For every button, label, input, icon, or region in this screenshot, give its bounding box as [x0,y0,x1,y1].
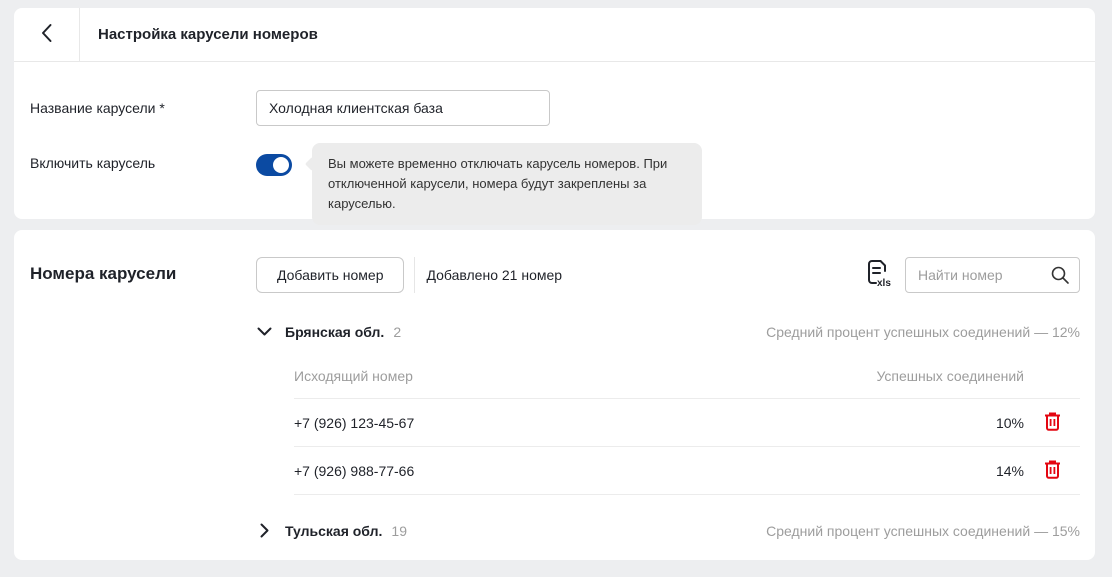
carousel-name-input[interactable] [256,90,550,126]
delete-number-button[interactable] [1042,410,1063,436]
carousel-name-label: Название карусели * [30,100,256,116]
group-count: 19 [391,523,407,539]
group-name: Тульская обл. [285,523,382,539]
enable-carousel-row: Включить карусель Вы можете временно отк… [30,143,1079,225]
added-count-text: Добавлено 21 номер [426,267,562,283]
numbers-table: Исходящий номер Успешных соединений +7 (… [294,354,1080,495]
svg-text:xls: xls [877,278,891,289]
column-header-success: Успешных соединений [876,368,1024,384]
toggle-hint-text: Вы можете временно отключать карусель но… [328,156,667,211]
search-field [905,257,1080,293]
page-title: Настройка карусели номеров [98,8,318,61]
column-header-number: Исходящий номер [294,368,876,384]
numbers-section-title: Номера карусели [30,257,256,553]
trash-icon [1044,460,1061,482]
table-row: +7 (926) 988-77-66 14% [294,447,1080,495]
enable-carousel-toggle[interactable] [256,154,292,176]
success-percent: 10% [996,415,1024,431]
chevron-right-icon[interactable] [256,523,273,538]
hint-arrow [305,157,319,171]
search-icon[interactable] [1050,265,1070,290]
page-header: Настройка карусели номеров [14,8,1095,62]
trash-icon [1044,412,1061,434]
settings-card: Настройка карусели номеров Название кару… [14,8,1095,219]
group-header-bryansk[interactable]: Брянская обл. 2 Средний процент успешных… [256,309,1080,354]
toggle-knob [273,157,289,173]
chevron-down-icon[interactable] [256,327,273,336]
outgoing-number: +7 (926) 988-77-66 [294,463,996,479]
delete-number-button[interactable] [1042,458,1063,484]
table-row: +7 (926) 123-45-67 10% [294,399,1080,447]
outgoing-number: +7 (926) 123-45-67 [294,415,996,431]
carousel-form: Название карусели * Включить карусель Вы… [14,62,1095,225]
back-button[interactable] [14,8,80,61]
numbers-toolbar: Добавить номер Добавлено 21 номер xls [256,257,1080,293]
xls-export-icon: xls [866,259,892,292]
group-name: Брянская обл. [285,324,384,340]
group-avg-success: Средний процент успешных соединений — 12… [766,324,1080,340]
chevron-left-icon [40,23,53,46]
table-header-row: Исходящий номер Успешных соединений [294,354,1080,399]
group-header-tula[interactable]: Тульская обл. 19 Средний процент успешны… [256,508,1080,553]
toggle-hint-bubble: Вы можете временно отключать карусель но… [312,143,702,225]
export-xls-button[interactable]: xls [866,259,892,292]
success-percent: 14% [996,463,1024,479]
carousel-name-row: Название карусели * [30,90,1079,126]
group-count: 2 [393,324,401,340]
toolbar-divider [414,257,415,293]
add-number-button[interactable]: Добавить номер [256,257,404,293]
enable-carousel-label: Включить карусель [30,143,256,171]
numbers-card: Номера карусели Добавить номер Добавлено… [14,230,1095,560]
group-avg-success: Средний процент успешных соединений — 15… [766,523,1080,539]
